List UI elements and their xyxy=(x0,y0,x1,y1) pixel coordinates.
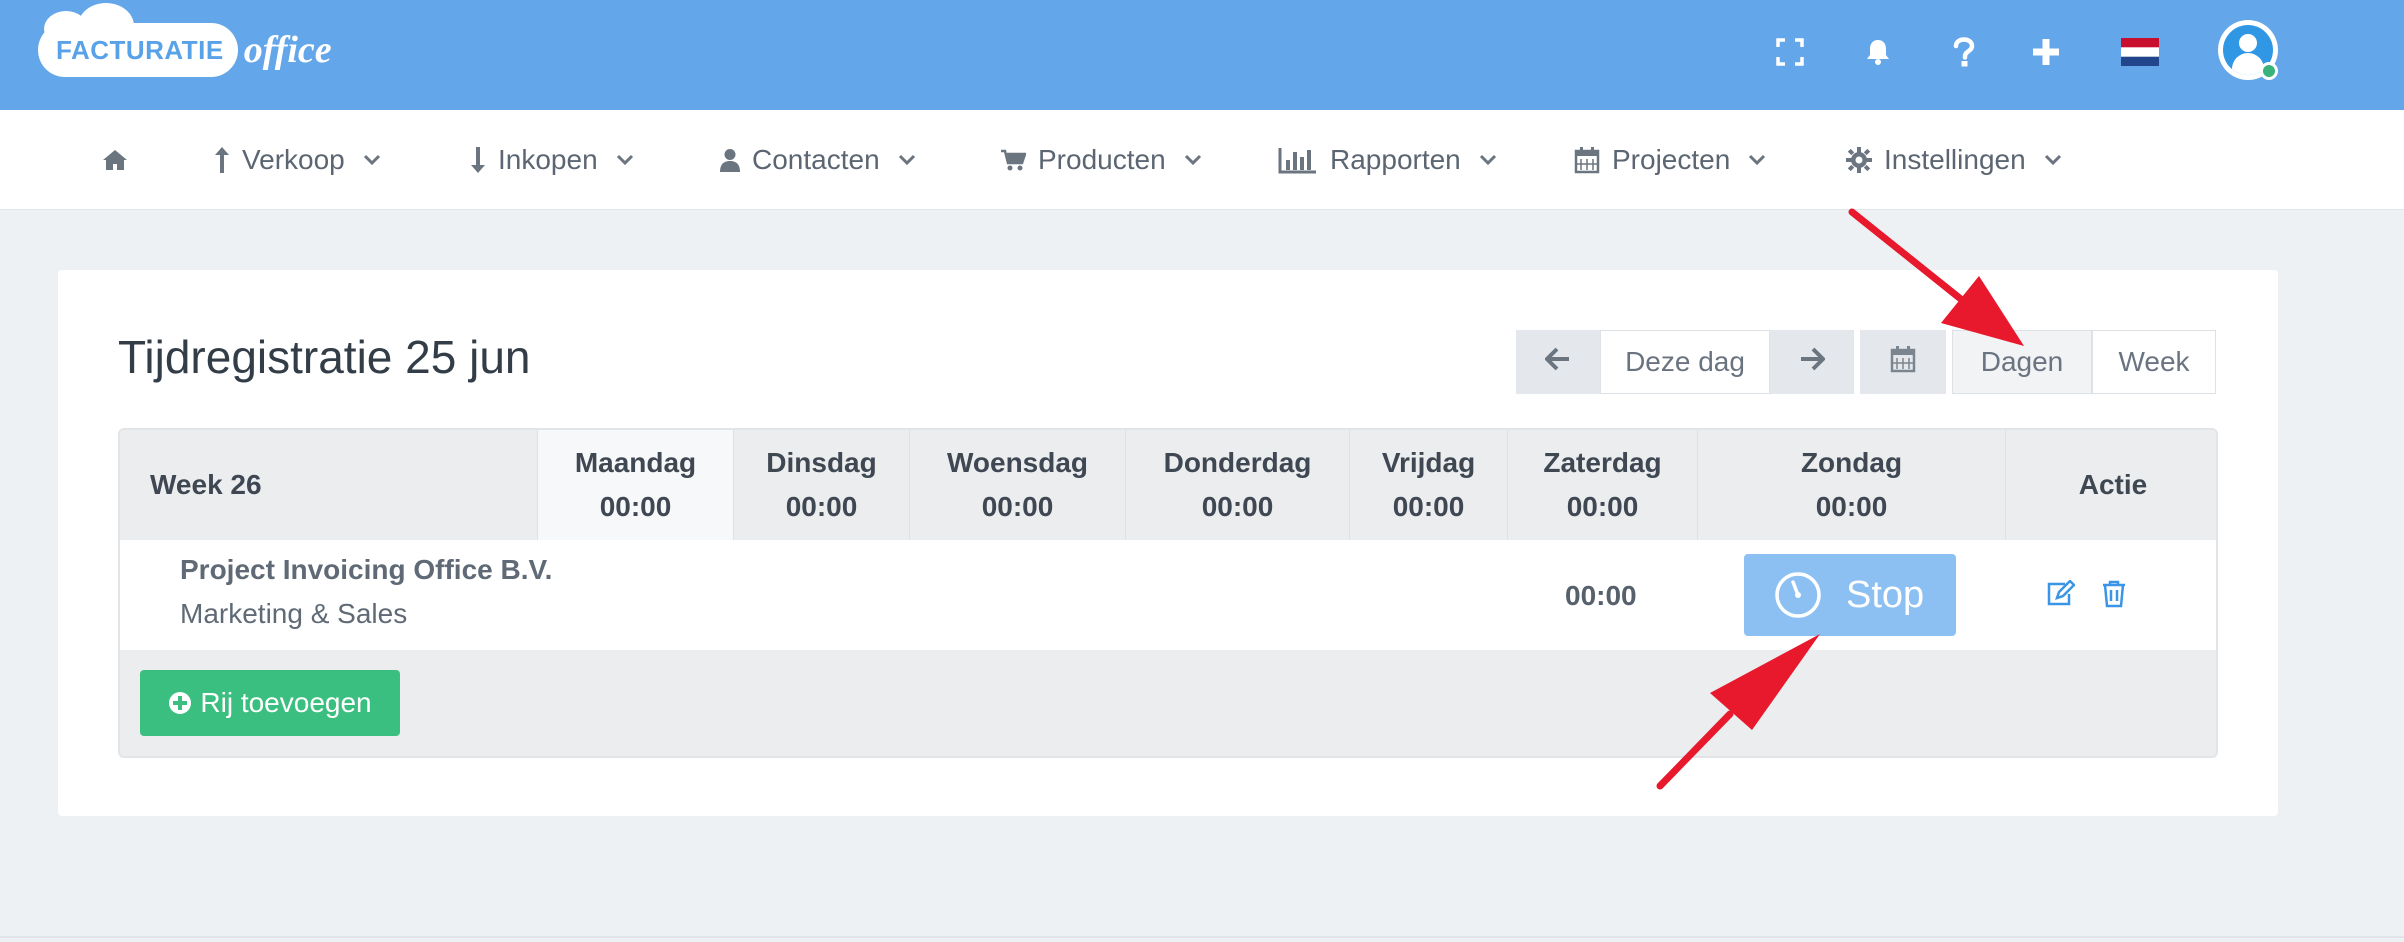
day-name: Donderdag xyxy=(1163,447,1312,478)
next-day-button[interactable] xyxy=(1770,330,1854,394)
day-name: Woensdag xyxy=(946,447,1089,478)
nav-instellingen[interactable]: Instellingen xyxy=(1846,110,2062,210)
page-title: Tijdregistratie 25 jun xyxy=(118,331,531,383)
chevron-down-icon xyxy=(1748,154,1766,166)
chevron-down-icon xyxy=(1184,154,1202,166)
nav-label-projecten: Projecten xyxy=(1612,144,1731,175)
chevron-down-icon xyxy=(2044,154,2062,166)
home-icon xyxy=(102,149,128,171)
top-bar: FACTURATIE office xyxy=(0,0,2404,110)
nav-label-instellingen: Instellingen xyxy=(1884,144,2026,175)
nav-producten[interactable]: Producten xyxy=(1000,110,1202,210)
calendar-icon xyxy=(1890,345,1916,380)
nav-label-verkoop: Verkoop xyxy=(242,144,345,175)
chevron-down-icon xyxy=(898,154,916,166)
calendar-icon xyxy=(1574,146,1600,174)
nav-contacten[interactable]: Contacten xyxy=(720,110,916,210)
day-header-dinsdag: Dinsdag 00:00 xyxy=(734,430,910,540)
main-navigation: Verkoop Inkopen Contacten Producten Rapp… xyxy=(0,110,2404,210)
today-button-label: Deze dag xyxy=(1625,346,1745,377)
chevron-down-icon xyxy=(1479,154,1497,166)
cart-icon xyxy=(1000,149,1026,171)
day-name: Maandag xyxy=(574,447,697,478)
project-name: Project Invoicing Office B.V. xyxy=(180,554,553,585)
day-name: Zondag xyxy=(1800,447,1903,478)
nav-label-rapporten: Rapporten xyxy=(1330,144,1461,175)
add-row-label: Rij toevoegen xyxy=(200,687,372,718)
day-total: 00:00 xyxy=(1815,491,1888,522)
user-icon xyxy=(720,148,740,172)
plus-circle-icon xyxy=(168,691,192,715)
logo-word-facturatie: FACTURATIE xyxy=(56,34,224,65)
app-logo[interactable]: FACTURATIE office xyxy=(38,3,332,80)
action-header: Actie xyxy=(2006,430,2216,540)
expand-icon[interactable] xyxy=(1770,32,1810,72)
task-name: Marketing & Sales xyxy=(180,598,408,629)
arrow-left-icon xyxy=(1544,346,1571,378)
stop-timer-label: Stop xyxy=(1846,573,1925,616)
view-switcher: Dagen Week xyxy=(1952,330,2216,394)
nav-label-inkopen: Inkopen xyxy=(498,144,598,175)
view-days-label: Dagen xyxy=(1980,346,2064,377)
nav-home[interactable] xyxy=(102,110,140,210)
day-header-donderdag: Donderdag 00:00 xyxy=(1126,430,1350,540)
day-header-maandag: Maandag 00:00 xyxy=(538,430,734,540)
nav-verkoop[interactable]: Verkoop xyxy=(214,110,381,210)
day-name: Zaterdag xyxy=(1543,447,1662,478)
day-name: Dinsdag xyxy=(766,447,877,478)
flag-nl-icon[interactable] xyxy=(2120,32,2160,72)
nav-label-producten: Producten xyxy=(1038,144,1166,175)
action-header-label: Actie xyxy=(2078,469,2148,500)
date-picker-group xyxy=(1860,330,1946,394)
footer-divider xyxy=(0,936,2404,938)
view-week-button[interactable]: Week xyxy=(2092,330,2216,394)
date-picker-button[interactable] xyxy=(1860,330,1946,394)
bell-icon[interactable] xyxy=(1858,32,1898,72)
today-button[interactable]: Deze dag xyxy=(1600,330,1770,394)
view-week-label: Week xyxy=(2118,346,2190,377)
day-total: 00:00 xyxy=(1392,491,1465,522)
day-name: Vrijdag xyxy=(1381,447,1476,478)
nav-label-contacten: Contacten xyxy=(752,144,880,175)
logo-cloud: FACTURATIE xyxy=(38,3,238,77)
bar-chart-icon xyxy=(1278,146,1318,174)
day-total: 00:00 xyxy=(785,491,858,522)
day-header-zondag: Zondag 00:00 xyxy=(1698,430,2006,540)
online-status-indicator xyxy=(2260,62,2278,80)
edit-icon[interactable] xyxy=(2045,579,2076,613)
table-header: Week 26 Maandag 00:00 Dinsdag 00:00 Woen… xyxy=(120,430,2216,540)
view-days-button[interactable]: Dagen xyxy=(1952,330,2092,394)
day-total: 00:00 xyxy=(599,491,672,522)
arrow-right-icon xyxy=(1799,346,1826,378)
arrow-down-icon xyxy=(470,146,486,174)
previous-day-button[interactable] xyxy=(1516,330,1600,394)
logo-word-office: office xyxy=(243,29,332,71)
day-total: 00:00 xyxy=(981,491,1054,522)
help-icon[interactable] xyxy=(1944,32,1984,72)
day-header-woensdag: Woensdag 00:00 xyxy=(910,430,1126,540)
day-total: 00:00 xyxy=(1566,491,1639,522)
plus-icon[interactable] xyxy=(2026,32,2066,72)
saturday-time-cell[interactable]: 00:00 xyxy=(1565,580,1637,612)
stop-timer-button[interactable]: Stop xyxy=(1744,554,1956,636)
nav-projecten[interactable]: Projecten xyxy=(1574,110,1766,210)
time-table: Week 26 Maandag 00:00 Dinsdag 00:00 Woen… xyxy=(118,428,2218,758)
arrow-up-icon xyxy=(214,146,230,174)
stopwatch-icon xyxy=(1774,571,1822,619)
chevron-down-icon xyxy=(363,154,381,166)
week-header: Week 26 xyxy=(120,430,538,540)
date-navigation-group: Deze dag xyxy=(1516,330,1854,394)
day-header-vrijdag: Vrijdag 00:00 xyxy=(1350,430,1508,540)
add-row-button[interactable]: Rij toevoegen xyxy=(140,670,400,736)
day-total: 00:00 xyxy=(1201,491,1274,522)
day-header-zaterdag: Zaterdag 00:00 xyxy=(1508,430,1698,540)
week-label: Week 26 xyxy=(150,469,262,500)
nav-inkopen[interactable]: Inkopen xyxy=(470,110,634,210)
nav-rapporten[interactable]: Rapporten xyxy=(1278,110,1497,210)
gear-icon xyxy=(1846,147,1872,173)
trash-icon[interactable] xyxy=(2102,580,2126,613)
chevron-down-icon xyxy=(616,154,634,166)
